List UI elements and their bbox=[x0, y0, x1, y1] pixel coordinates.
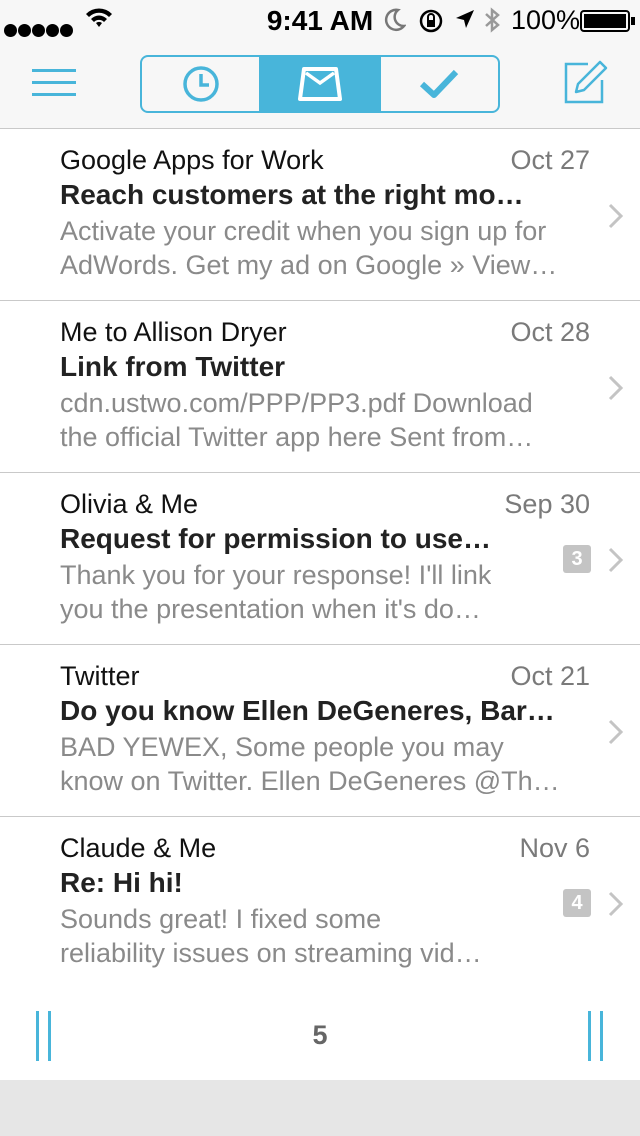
message-sender: Twitter bbox=[60, 661, 140, 691]
message-subject: Re: Hi hi! bbox=[60, 867, 183, 898]
preview-line: the official Twitter app here Sent from… bbox=[60, 422, 534, 452]
chevron-right-icon bbox=[608, 891, 624, 917]
message-date: Sep 30 bbox=[504, 489, 590, 519]
location-arrow-icon bbox=[456, 10, 474, 28]
message-sender: Olivia & Me bbox=[60, 489, 199, 519]
bluetooth-icon bbox=[485, 7, 500, 33]
preview-line: reliability issues on streaming vid… bbox=[60, 938, 482, 968]
message-sender: Claude & Me bbox=[60, 833, 217, 863]
message-preview: Activate your credit when you sign up fo… bbox=[60, 214, 557, 282]
tab-inbox[interactable] bbox=[261, 57, 381, 111]
message-row[interactable]: Olivia & Me Sep 30 Request for permissio… bbox=[0, 473, 640, 645]
preview-line: cdn.ustwo.com/PPP/PP3.pdf Download bbox=[60, 388, 533, 418]
message-preview: BAD YEWEX, Some people you may know on T… bbox=[60, 730, 560, 798]
message-subject: Request for permission to use… bbox=[60, 523, 491, 554]
message-date: Nov 6 bbox=[519, 833, 590, 863]
chevron-right-icon bbox=[608, 547, 624, 573]
message-subject: Reach customers at the right mo… bbox=[60, 179, 524, 210]
message-date: Oct 28 bbox=[510, 317, 590, 347]
compose-icon[interactable] bbox=[562, 60, 608, 106]
message-count: 5 bbox=[312, 1020, 328, 1050]
message-row[interactable]: Me to Allison Dryer Oct 28 Link from Twi… bbox=[0, 301, 640, 473]
thread-count-badge: 3 bbox=[563, 545, 591, 573]
clock-icon bbox=[182, 66, 219, 102]
battery-percent: 100% bbox=[511, 5, 581, 35]
message-preview: Sounds great! I fixed some reliability i… bbox=[60, 902, 482, 970]
chevron-right-icon bbox=[608, 719, 624, 745]
battery-icon bbox=[580, 10, 635, 32]
moon-icon bbox=[384, 8, 406, 32]
message-row[interactable]: Google Apps for Work Oct 27 Reach custom… bbox=[0, 129, 640, 301]
message-sender: Me to Allison Dryer bbox=[60, 317, 287, 347]
orientation-lock-icon bbox=[419, 9, 443, 33]
message-date: Oct 27 bbox=[510, 145, 590, 175]
message-sender: Google Apps for Work bbox=[60, 145, 324, 175]
thread-count-badge: 4 bbox=[563, 889, 591, 917]
chevron-right-icon bbox=[608, 375, 624, 401]
tab-done[interactable] bbox=[381, 57, 498, 111]
preview-line: Activate your credit when you sign up fo… bbox=[60, 216, 547, 246]
right-drag-handle[interactable] bbox=[582, 988, 612, 1080]
menu-button[interactable] bbox=[32, 67, 76, 99]
tab-later[interactable] bbox=[142, 57, 262, 111]
message-list: Google Apps for Work Oct 27 Reach custom… bbox=[0, 129, 640, 989]
chevron-right-icon bbox=[608, 203, 624, 229]
bottom-bar: 5 bbox=[0, 988, 640, 1080]
message-preview: cdn.ustwo.com/PPP/PP3.pdf Download the o… bbox=[60, 386, 533, 454]
app-screen: 9:41 AM 100% Google Apps for Work Oct 27… bbox=[0, 0, 640, 1136]
preview-line: Thank you for your response! I'll link bbox=[60, 560, 492, 590]
preview-line: know on Twitter. Ellen DeGeneres @Th… bbox=[60, 766, 560, 796]
preview-line: Sounds great! I fixed some bbox=[60, 904, 382, 934]
preview-line: BAD YEWEX, Some people you may bbox=[60, 732, 504, 762]
status-bar: 9:41 AM 100% bbox=[0, 0, 640, 40]
preview-line: AdWords. Get my ad on Google » View… bbox=[60, 250, 558, 280]
message-date: Oct 21 bbox=[510, 661, 590, 691]
message-preview: Thank you for your response! I'll link y… bbox=[60, 558, 491, 626]
checkmark-icon bbox=[420, 69, 459, 98]
inbox-tray-icon bbox=[297, 67, 342, 101]
preview-line: you the presentation when it's do… bbox=[60, 594, 481, 624]
mailbox-segmented-control bbox=[140, 55, 500, 113]
message-row[interactable]: Claude & Me Nov 6 Re: Hi hi! Sounds grea… bbox=[0, 817, 640, 989]
message-row[interactable]: Twitter Oct 21 Do you know Ellen DeGener… bbox=[0, 645, 640, 817]
message-subject: Link from Twitter bbox=[60, 351, 286, 382]
message-subject: Do you know Ellen DeGeneres, Bar… bbox=[60, 695, 555, 726]
nav-bar bbox=[0, 40, 640, 129]
